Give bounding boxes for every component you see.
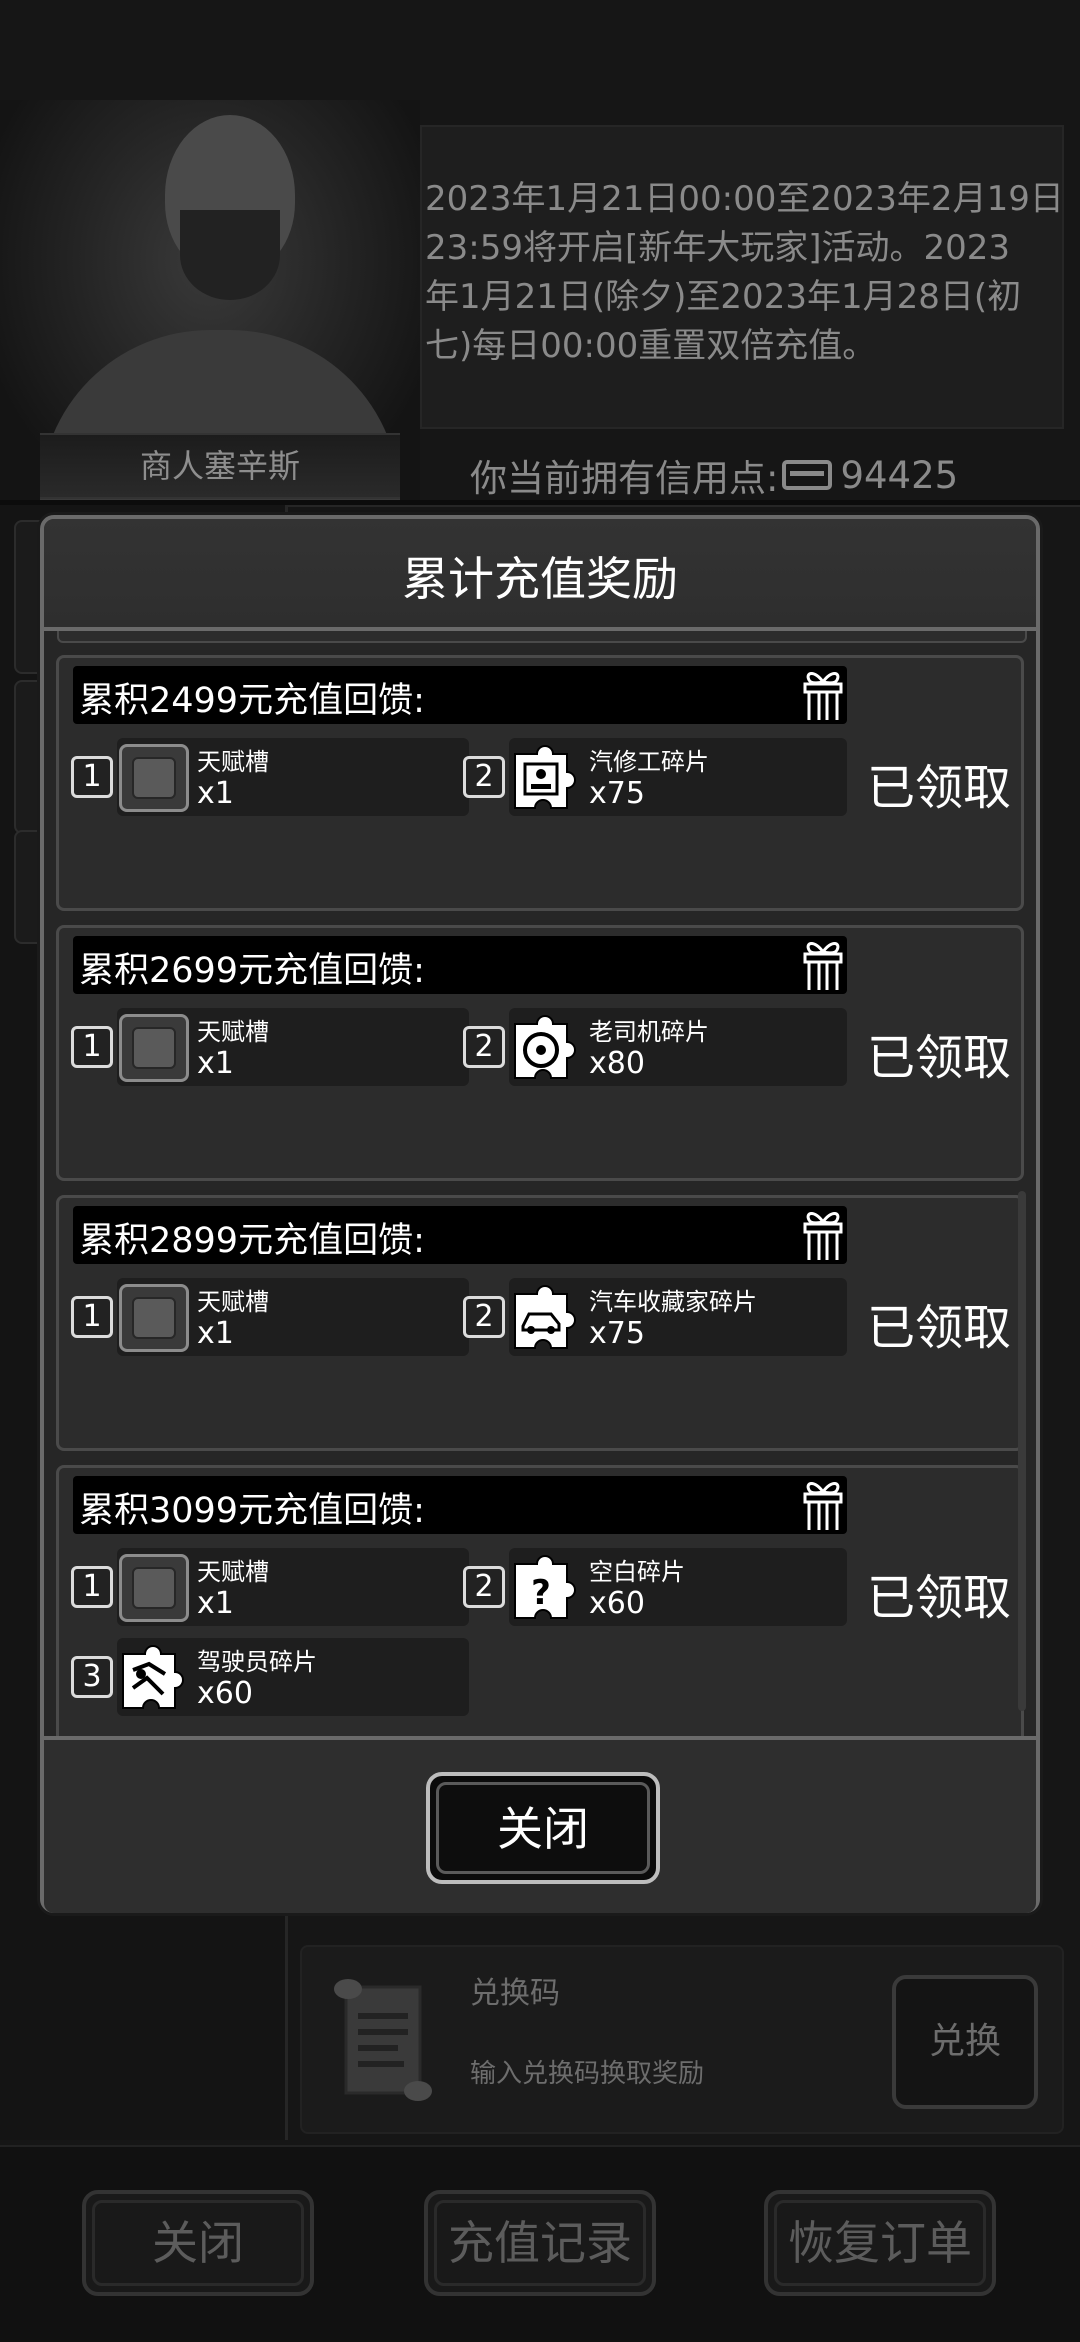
scroll-icon <box>334 1979 432 2101</box>
item-name: 天赋槽 <box>197 748 269 776</box>
restore-order-button[interactable]: 恢复订单 <box>764 2190 996 2296</box>
item-qty: x1 <box>197 1046 234 1081</box>
reward-index: 2 <box>463 756 505 798</box>
reward-index: 3 <box>71 1656 113 1698</box>
tier-title: 累积2499元充值回馈: <box>79 681 425 721</box>
gift-icon[interactable] <box>801 938 845 992</box>
credit-balance: 你当前拥有信用点: 94425 <box>470 448 958 502</box>
item-qty: x1 <box>197 776 234 811</box>
reward-item[interactable]: 天赋槽 x1 <box>117 1278 469 1356</box>
tier-header: 累积2899元充值回馈: <box>73 1206 847 1264</box>
redeem-button[interactable]: 兑换 <box>892 1975 1038 2109</box>
tier-title: 累积2899元充值回馈: <box>79 1221 425 1261</box>
credit-value: 94425 <box>840 453 959 497</box>
driver-fragment-icon <box>122 1645 184 1709</box>
reward-item[interactable]: ? 空白碎片 x60 <box>509 1548 847 1626</box>
svg-text:?: ? <box>531 1573 551 1613</box>
talent-slot-icon <box>119 1554 189 1622</box>
reward-list[interactable]: 累积2499元充值回馈: 1 天赋槽 x1 2 汽修工碎片 x75 已领取 累积… <box>44 631 1036 1736</box>
reward-tier-card: 累积2499元充值回馈: 1 天赋槽 x1 2 汽修工碎片 x75 已领取 <box>56 655 1024 911</box>
item-qty: x60 <box>589 1586 645 1621</box>
dialog-close-label: 关闭 <box>436 1782 650 1874</box>
mechanic-fragment-icon <box>514 745 576 809</box>
item-name: 天赋槽 <box>197 1018 269 1046</box>
recharge-history-button[interactable]: 充值记录 <box>424 2190 656 2296</box>
reward-item[interactable]: 汽车收藏家碎片 x75 <box>509 1278 847 1356</box>
reward-index: 1 <box>71 1296 113 1338</box>
item-name: 天赋槽 <box>197 1288 269 1316</box>
reward-index: 2 <box>463 1296 505 1338</box>
reward-item[interactable]: 汽修工碎片 x75 <box>509 738 847 816</box>
tier-title: 累积2699元充值回馈: <box>79 951 425 991</box>
tier-header: 累积3099元充值回馈: <box>73 1476 847 1534</box>
reward-item[interactable]: 驾驶员碎片 x60 <box>117 1638 469 1716</box>
item-qty: x1 <box>197 1586 234 1621</box>
previous-card-edge <box>57 631 1027 643</box>
merchant-name: 商人塞辛斯 <box>40 433 400 499</box>
claimed-status: 已领取 <box>867 760 1012 816</box>
item-name: 汽车收藏家碎片 <box>589 1288 757 1316</box>
item-name: 老司机碎片 <box>589 1018 709 1046</box>
cumulative-recharge-dialog: 累计充值奖励 累积2499元充值回馈: 1 天赋槽 x1 2 汽修工碎片 x75… <box>40 515 1040 1913</box>
reward-index: 1 <box>71 1566 113 1608</box>
item-qty: x60 <box>197 1676 253 1711</box>
reward-tier-card: 累积2699元充值回馈: 1 天赋槽 x1 2 老司机碎片 x80 已领取 <box>56 925 1024 1181</box>
dialog-close-button[interactable]: 关闭 <box>426 1772 660 1884</box>
reward-tier-card: 累积3099元充值回馈: 1 天赋槽 x1 2 ? 空白碎片 x60 3 驾驶员… <box>56 1465 1024 1736</box>
gift-icon[interactable] <box>801 1208 845 1262</box>
item-name: 空白碎片 <box>589 1558 685 1586</box>
item-qty: x75 <box>589 1316 645 1351</box>
bottom-close-button[interactable]: 关闭 <box>82 2190 314 2296</box>
redeem-code-input[interactable]: 输入兑换码换取奖励 <box>470 2053 704 2090</box>
tier-header: 累积2699元充值回馈: <box>73 936 847 994</box>
dialog-footer: 关闭 <box>44 1736 1036 1913</box>
reward-item[interactable]: 老司机碎片 x80 <box>509 1008 847 1086</box>
event-notice: 2023年1月21日00:00至2023年2月19日 23:59将开启[新年大玩… <box>425 179 1064 366</box>
gift-icon[interactable] <box>801 668 845 722</box>
gift-icon[interactable] <box>801 1478 845 1532</box>
talent-slot-icon <box>119 744 189 812</box>
item-qty: x75 <box>589 776 645 811</box>
credit-card-icon <box>782 460 833 490</box>
credit-label: 你当前拥有信用点: <box>470 457 779 500</box>
claimed-status: 已领取 <box>867 1300 1012 1356</box>
veteran-driver-fragment-icon <box>514 1015 576 1079</box>
blank-fragment-icon: ? <box>514 1555 576 1619</box>
redeem-title: 兑换码 <box>470 1976 560 2011</box>
car-collector-fragment-icon <box>514 1285 576 1349</box>
claimed-status: 已领取 <box>867 1570 1012 1626</box>
reward-index: 1 <box>71 1026 113 1068</box>
tier-header: 累积2499元充值回馈: <box>73 666 847 724</box>
tier-title: 累积3099元充值回馈: <box>79 1491 425 1531</box>
reward-tier-card: 累积2899元充值回馈: 1 天赋槽 x1 2 汽车收藏家碎片 x75 已领取 <box>56 1195 1024 1451</box>
item-qty: x1 <box>197 1316 234 1351</box>
reward-list-scrollbar[interactable] <box>1018 1191 1026 1711</box>
reward-item[interactable]: 天赋槽 x1 <box>117 1548 469 1626</box>
reward-index: 2 <box>463 1026 505 1068</box>
reward-index: 1 <box>71 756 113 798</box>
item-qty: x80 <box>589 1046 645 1081</box>
dialog-title: 累计充值奖励 <box>402 552 678 606</box>
talent-slot-icon <box>119 1284 189 1352</box>
reward-index: 2 <box>463 1566 505 1608</box>
item-name: 驾驶员碎片 <box>197 1648 317 1676</box>
item-name: 天赋槽 <box>197 1558 269 1586</box>
reward-item[interactable]: 天赋槽 x1 <box>117 738 469 816</box>
dialog-header: 累计充值奖励 <box>44 519 1036 631</box>
claimed-status: 已领取 <box>867 1030 1012 1086</box>
talent-slot-icon <box>119 1014 189 1082</box>
item-name: 汽修工碎片 <box>589 748 709 776</box>
reward-item[interactable]: 天赋槽 x1 <box>117 1008 469 1086</box>
